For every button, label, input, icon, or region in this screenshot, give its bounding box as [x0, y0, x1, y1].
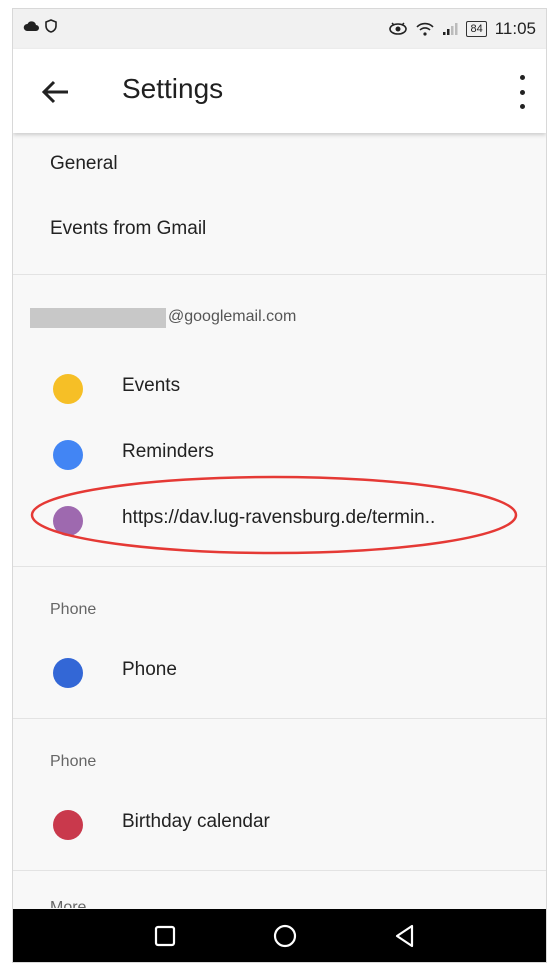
- section-label-more: More: [50, 899, 87, 908]
- phone-screen: 84 11:05 Settings General Events from Gm…: [12, 8, 547, 963]
- signal-icon: [443, 23, 458, 35]
- recents-square-icon[interactable]: [150, 921, 180, 951]
- status-right: 84 11:05: [388, 19, 536, 39]
- calendar-label: https://dav.lug-ravensburg.de/termin..: [122, 507, 436, 528]
- calendar-label: Birthday calendar: [122, 811, 270, 832]
- battery-icon: 84: [466, 21, 487, 37]
- calendar-label: Phone: [122, 659, 177, 680]
- calendar-item-phone[interactable]: Phone: [13, 642, 546, 700]
- cloud-icon: [23, 21, 39, 31]
- calendar-label: Events: [122, 375, 181, 396]
- section-label-birthday: Phone: [50, 753, 97, 770]
- status-time: 11:05: [494, 19, 536, 38]
- wifi-icon: [416, 22, 435, 36]
- calendar-item-events[interactable]: Events: [13, 358, 546, 416]
- page-title: Settings: [122, 73, 224, 104]
- app-bar: Settings: [13, 49, 546, 133]
- divider: [13, 274, 546, 275]
- shield-icon: [45, 19, 57, 33]
- home-circle-icon[interactable]: [270, 921, 300, 951]
- divider: [13, 718, 546, 719]
- more-options-icon[interactable]: [516, 75, 528, 109]
- settings-item-events-from-gmail[interactable]: Events from Gmail: [50, 218, 206, 240]
- divider: [13, 566, 546, 567]
- navigation-bar: [13, 909, 546, 962]
- calendar-item-dav[interactable]: https://dav.lug-ravensburg.de/termin..: [13, 490, 546, 548]
- status-left: [23, 19, 57, 33]
- calendar-color-dot: [53, 440, 83, 470]
- back-arrow-icon[interactable]: [41, 77, 71, 107]
- calendar-item-reminders[interactable]: Reminders: [13, 424, 546, 482]
- calendar-color-dot: [53, 810, 83, 840]
- settings-item-general[interactable]: General: [50, 153, 118, 175]
- calendar-color-dot: [53, 658, 83, 688]
- status-bar: 84 11:05: [13, 9, 546, 49]
- section-label-phone: Phone: [50, 601, 97, 618]
- eye-icon: [389, 22, 408, 35]
- calendar-label: Reminders: [122, 441, 214, 462]
- calendar-item-birthday[interactable]: Birthday calendar: [13, 794, 546, 852]
- redacted-email: [30, 308, 166, 328]
- divider: [13, 870, 546, 871]
- account-email: @googlemail.com: [168, 308, 297, 325]
- settings-list: General Events from Gmail @googlemail.co…: [13, 133, 546, 908]
- calendar-color-dot: [53, 506, 83, 536]
- calendar-color-dot: [53, 374, 83, 404]
- back-triangle-icon[interactable]: [390, 921, 420, 951]
